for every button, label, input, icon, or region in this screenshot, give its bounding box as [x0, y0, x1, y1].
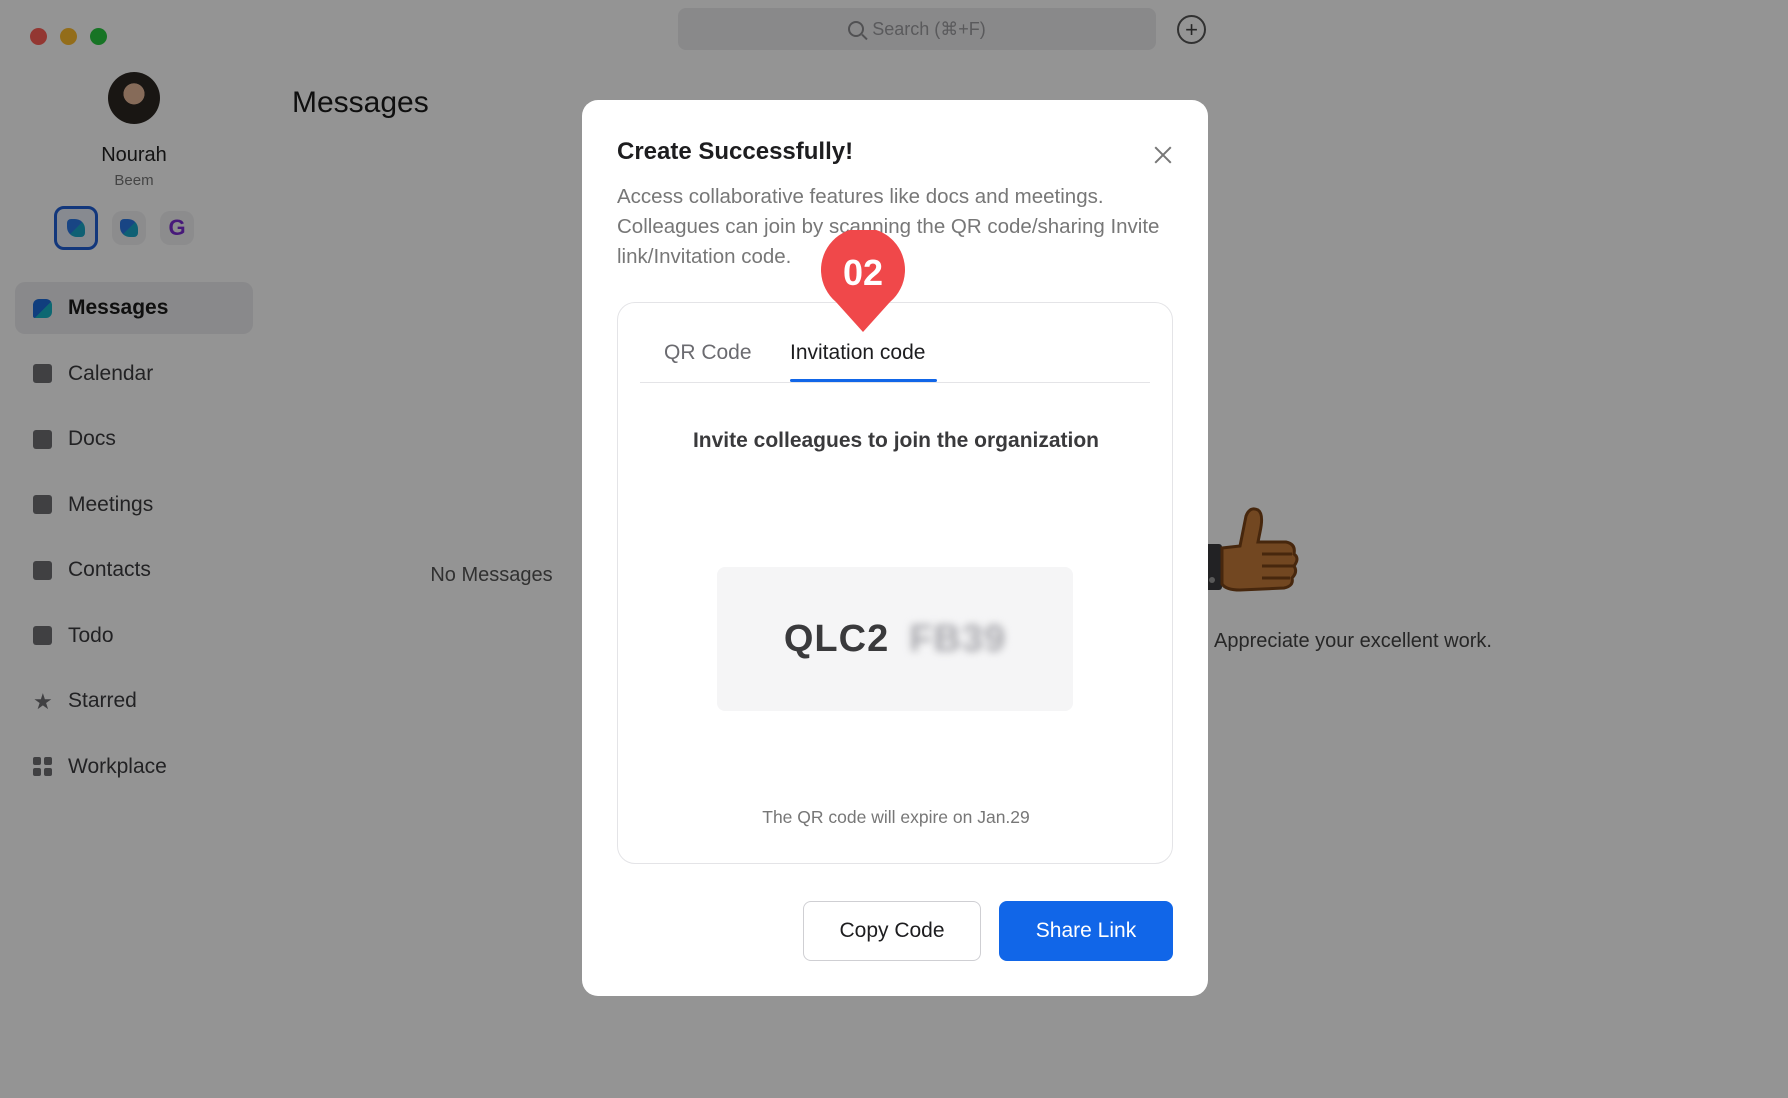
invitation-code-box: QLC2 FB39: [717, 567, 1073, 711]
expiry-text: The QR code will expire on Jan.29: [762, 807, 1030, 827]
share-link-button[interactable]: Share Link: [999, 901, 1173, 961]
invitation-code-visible: QLC2: [783, 617, 890, 660]
invitation-code-hidden: FB39: [909, 617, 1007, 660]
close-icon[interactable]: [1148, 140, 1178, 170]
copy-code-button[interactable]: Copy Code: [803, 901, 981, 961]
dialog-title: Create Successfully!: [617, 138, 854, 165]
step-marker-label: 02: [842, 252, 884, 293]
tab-bar: QR Code Invitation code: [640, 333, 1150, 383]
tab-qr-code[interactable]: QR Code: [664, 341, 752, 365]
tab-invitation-code[interactable]: Invitation code: [790, 341, 925, 365]
step-marker: 02: [818, 227, 908, 334]
invite-card: QR Code Invitation code Invite colleague…: [617, 302, 1173, 864]
invite-heading: Invite colleagues to join the organizati…: [692, 429, 1100, 452]
active-tab-indicator: [790, 379, 937, 382]
